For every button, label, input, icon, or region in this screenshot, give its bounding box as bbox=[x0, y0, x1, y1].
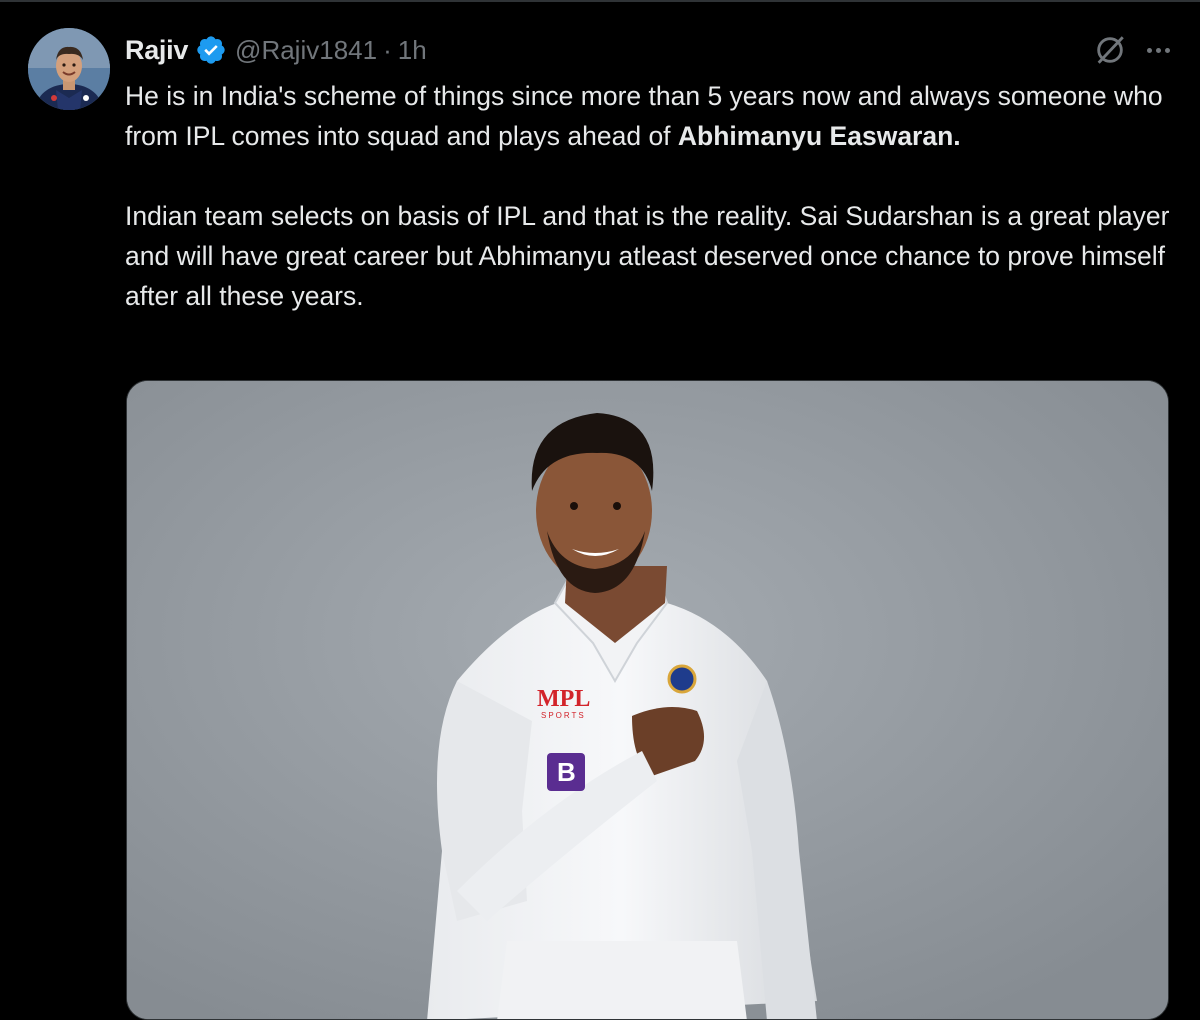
author-handle[interactable]: @Rajiv1841 bbox=[235, 35, 377, 66]
avatar[interactable] bbox=[28, 28, 110, 110]
verified-badge-icon bbox=[195, 34, 227, 66]
jersey-sports-text: SPORTS bbox=[541, 711, 586, 720]
timestamp[interactable]: 1h bbox=[398, 35, 427, 66]
avatar-image bbox=[28, 28, 110, 110]
tweet-header: Rajiv @Rajiv1841 · 1h bbox=[125, 30, 427, 70]
tweet-actions bbox=[1093, 32, 1170, 68]
tweet-paragraph-2: Indian team selects on basis of IPL and … bbox=[125, 201, 1170, 311]
tweet-text: He is in India's scheme of things since … bbox=[125, 76, 1185, 316]
grok-icon[interactable] bbox=[1093, 33, 1127, 67]
player-photo: B MPL SPORTS bbox=[127, 381, 1168, 1019]
tweet[interactable]: Rajiv @Rajiv1841 · 1h He is in India's s… bbox=[0, 2, 1200, 1020]
tweet-paragraph-1: He is in India's scheme of things since … bbox=[125, 76, 1185, 156]
sponsor-logo: B bbox=[557, 757, 576, 787]
author-name[interactable]: Rajiv bbox=[125, 35, 188, 66]
separator-dot: · bbox=[383, 34, 392, 65]
more-icon[interactable] bbox=[1147, 32, 1170, 68]
paragraph-1-bold: Abhimanyu Easwaran. bbox=[677, 121, 961, 151]
paragraph-1-text: He is in India's scheme of things since … bbox=[125, 81, 1163, 151]
tweet-media-image[interactable]: B MPL SPORTS bbox=[126, 380, 1169, 1020]
jersey-mpl-text: MPL bbox=[537, 686, 590, 712]
